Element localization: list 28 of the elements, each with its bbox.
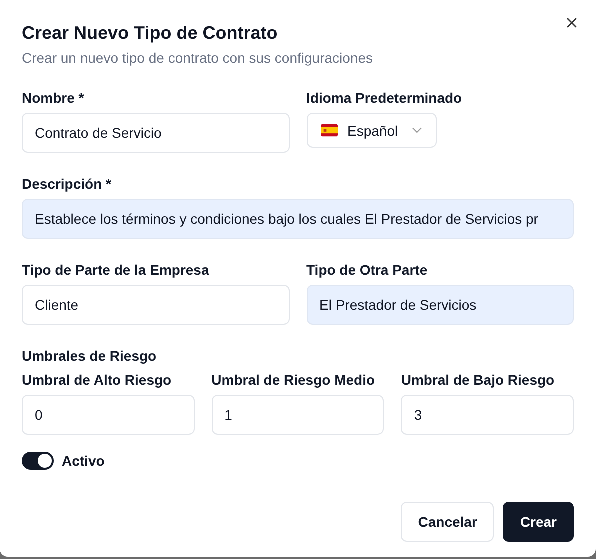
close-icon [567,18,577,28]
input-field[interactable]: 3 [401,395,574,435]
select-value: Español [348,122,398,138]
toggle-label: Activo [62,453,105,469]
section-label: Umbrales de Riesgo [22,348,158,364]
field-label: Tipo de Parte de la Empresa [22,262,210,278]
dialog-title: Crear Nuevo Tipo de Contrato [22,22,279,44]
cancel-button[interactable]: Cancelar [401,502,494,542]
field-label: Umbral de Alto Riesgo [22,372,173,388]
input-field[interactable]: Cliente [22,285,290,325]
toggle-switch[interactable] [22,452,54,470]
field-label: Nombre * [22,90,86,106]
field-label: Umbral de Bajo Riesgo [401,372,556,388]
input-field[interactable]: El Prestador de Servicios [306,285,574,325]
chevron-down-icon [412,127,422,134]
field-label: Tipo de Otra Parte [306,262,429,278]
spain-flag-icon [320,124,338,137]
close-button[interactable] [566,17,578,29]
field-label: Umbral de Riesgo Medio [212,372,376,388]
input-field[interactable]: 1 [212,395,384,435]
input-field[interactable]: Contrato de Servicio [22,113,290,153]
language-select[interactable]: Español [306,113,436,148]
field-label: Idioma Predeterminado [306,90,464,106]
create-button[interactable]: Crear [503,502,574,542]
input-field[interactable]: Establece los términos y condiciones bajo los cuales El Prestador de Servicios pr [22,199,574,239]
input-field[interactable]: 0 [22,395,195,435]
field-label: Descripción * [22,176,112,192]
dialog-subtitle: Crear un nuevo tipo de contrato con sus configuraciones [22,49,374,67]
